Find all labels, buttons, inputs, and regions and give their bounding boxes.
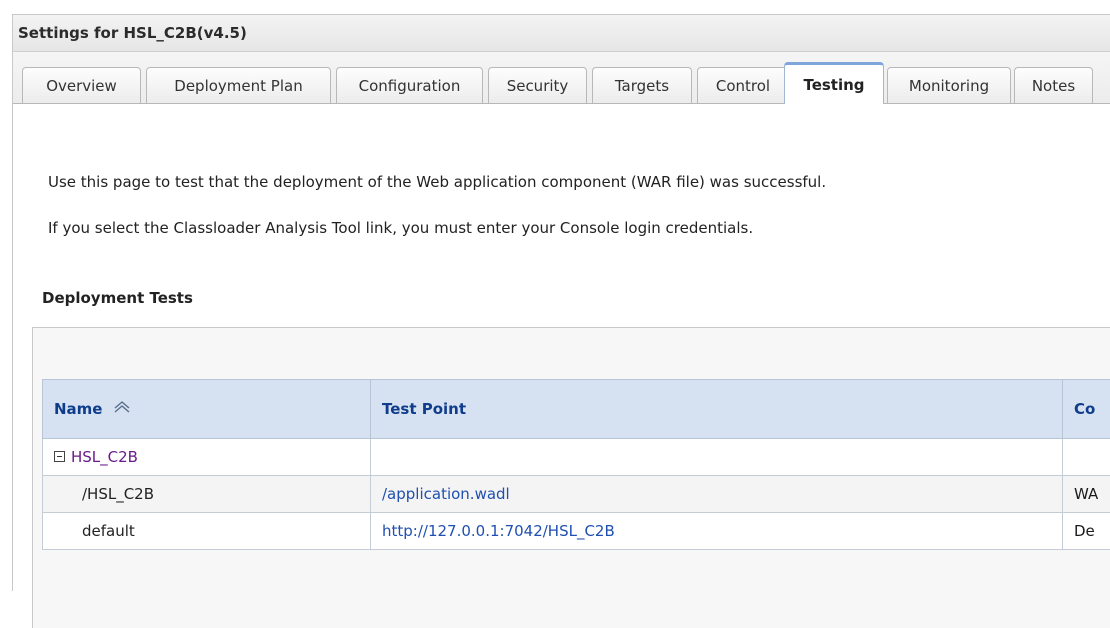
test-point-link[interactable]: http://127.0.0.1:7042/HSL_C2B	[382, 522, 615, 540]
empty-cell	[1063, 439, 1110, 476]
tab-deployment-plan[interactable]: Deployment Plan	[146, 67, 331, 103]
column-header-comments[interactable]: Co	[1063, 380, 1110, 439]
tab-bar: Overview Deployment Plan Configuration S…	[13, 52, 1110, 104]
tab-overview[interactable]: Overview	[22, 67, 141, 103]
classloader-note: If you select the Classloader Analysis T…	[48, 219, 753, 237]
section-title-deployment-tests: Deployment Tests	[42, 289, 193, 307]
tab-targets[interactable]: Targets	[592, 67, 692, 103]
tab-security[interactable]: Security	[488, 67, 587, 103]
comment-cell: WA	[1063, 476, 1110, 513]
test-point-cell: /application.wadl	[371, 476, 1063, 513]
module-name: /HSL_C2B	[43, 476, 371, 513]
test-point-link[interactable]: /application.wadl	[382, 485, 510, 503]
test-point-cell: http://127.0.0.1:7042/HSL_C2B	[371, 513, 1063, 550]
testing-content: Use this page to test that the deploymen…	[13, 104, 1110, 591]
app-name-cell: HSL_C2B	[43, 439, 371, 476]
table-row: /HSL_C2B /application.wadl WA	[43, 476, 1110, 513]
column-header-name-label: Name	[54, 400, 102, 418]
tab-testing[interactable]: Testing	[784, 62, 884, 104]
settings-frame: Settings for HSL_C2B(v4.5) Overview Depl…	[12, 14, 1110, 591]
table-row: default http://127.0.0.1:7042/HSL_C2B De	[43, 513, 1110, 550]
app-link[interactable]: HSL_C2B	[71, 448, 138, 466]
comment-cell: De	[1063, 513, 1110, 550]
table-header-row: Name Test Point Co	[43, 380, 1110, 439]
module-name: default	[43, 513, 371, 550]
deployment-tests-table: Name Test Point Co HSL_C	[42, 379, 1110, 550]
table-row-parent: HSL_C2B	[43, 439, 1110, 476]
tab-notes[interactable]: Notes	[1014, 67, 1093, 103]
tab-monitoring[interactable]: Monitoring	[887, 67, 1011, 103]
column-header-test-point[interactable]: Test Point	[371, 380, 1063, 439]
sort-ascending-icon[interactable]	[113, 400, 131, 418]
collapse-icon[interactable]	[54, 451, 65, 462]
intro-text: Use this page to test that the deploymen…	[48, 173, 826, 191]
page-title: Settings for HSL_C2B(v4.5)	[13, 15, 1110, 52]
column-header-name[interactable]: Name	[43, 380, 371, 439]
tab-configuration[interactable]: Configuration	[336, 67, 483, 103]
tab-control[interactable]: Control	[697, 67, 789, 103]
empty-cell	[371, 439, 1063, 476]
